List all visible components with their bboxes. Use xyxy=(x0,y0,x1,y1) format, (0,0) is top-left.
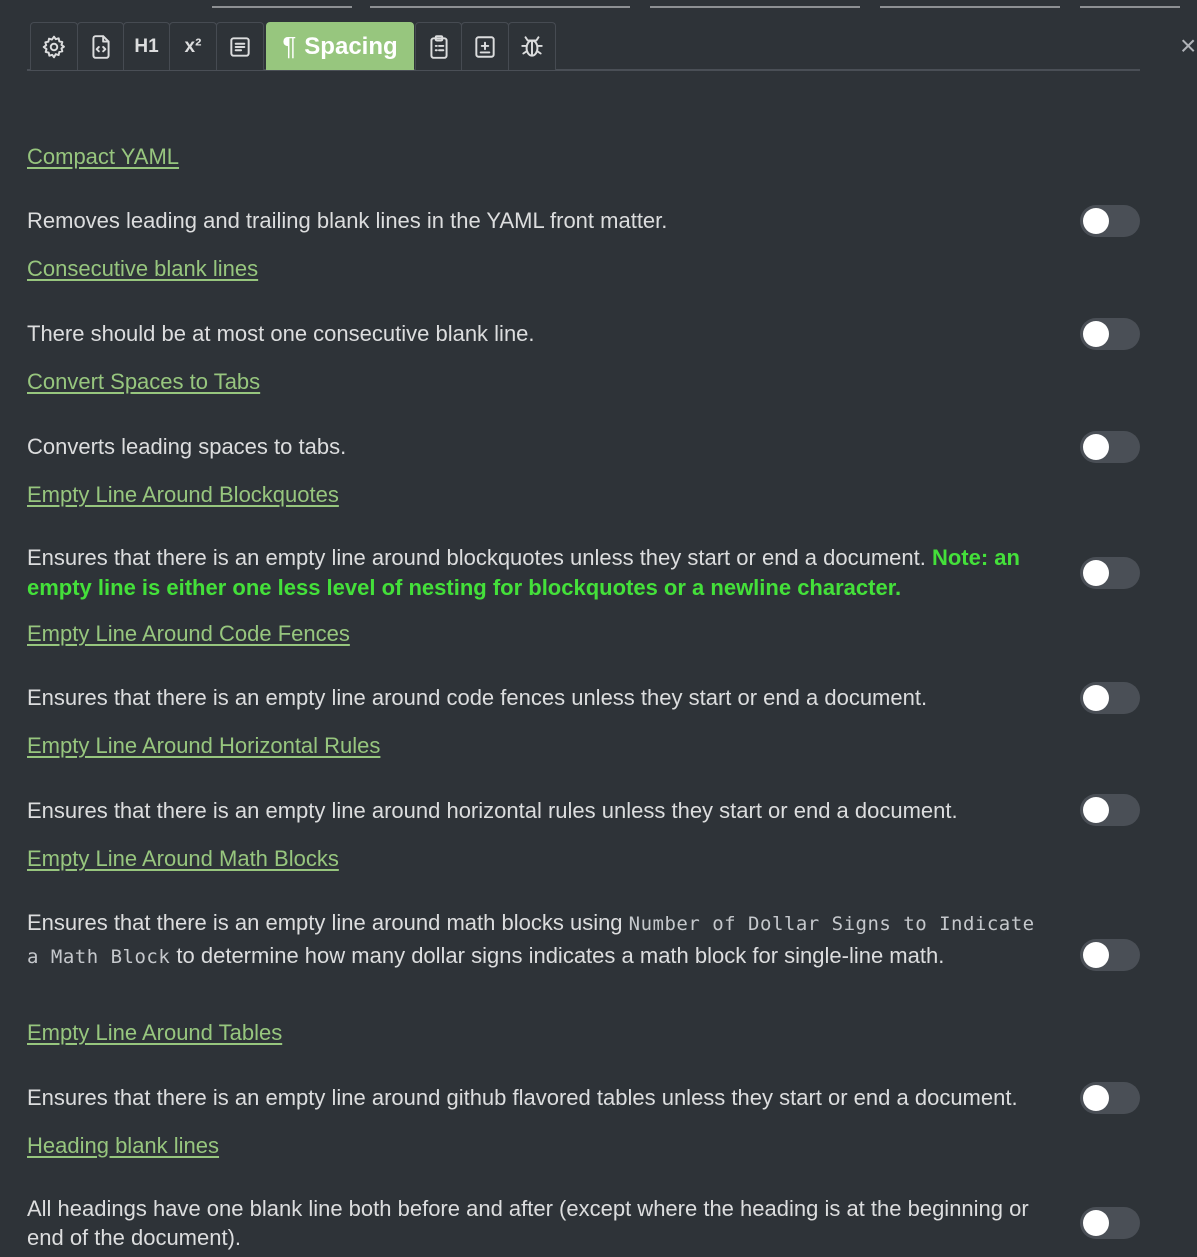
rule-title-consecutive-blank-lines[interactable]: Consecutive blank lines xyxy=(27,256,258,282)
rule-description: Ensures that there is an empty line arou… xyxy=(27,1085,1018,1110)
footnote-tab-label: x² xyxy=(184,35,202,57)
bug-icon xyxy=(521,35,543,57)
toggle-knob xyxy=(1083,1210,1109,1236)
pilcrow-icon: ¶ xyxy=(282,31,297,61)
toggle-knob xyxy=(1083,321,1109,347)
rule-description: Ensures that there is an empty line arou… xyxy=(27,798,958,823)
toggle-knob xyxy=(1083,560,1109,586)
toggle-knob xyxy=(1083,434,1109,460)
rule-description: Converts leading spaces to tabs. xyxy=(27,434,347,459)
rule-description-text: Ensures that there is an empty line arou… xyxy=(27,545,926,570)
rule-title-empty-line-around-horizontal-rules[interactable]: Empty Line Around Horizontal Rules xyxy=(27,733,380,759)
rule-description: Removes leading and trailing blank lines… xyxy=(27,208,668,233)
rule-title-empty-line-around-blockquotes[interactable]: Empty Line Around Blockquotes xyxy=(27,482,339,508)
spacing-tab-label: Spacing xyxy=(304,32,398,60)
rule-title-heading-blank-lines[interactable]: Heading blank lines xyxy=(27,1133,219,1159)
rule-toggle-empty-line-around-math-blocks[interactable] xyxy=(1080,939,1140,971)
rule-description: Ensures that there is an empty line arou… xyxy=(27,907,1057,973)
tab-custom[interactable] xyxy=(461,22,509,70)
tab-yaml[interactable] xyxy=(77,22,124,70)
tab-general[interactable] xyxy=(30,22,78,70)
list-icon xyxy=(230,36,250,57)
toggle-knob xyxy=(1083,797,1109,823)
rule-title-empty-line-around-code-fences[interactable]: Empty Line Around Code Fences xyxy=(27,621,350,647)
file-code-icon xyxy=(91,34,110,59)
rule-title-convert-spaces-to-tabs[interactable]: Convert Spaces to Tabs xyxy=(27,369,260,395)
rule-toggle-empty-line-around-blockquotes[interactable] xyxy=(1080,557,1140,589)
rule-title-empty-line-around-math-blocks[interactable]: Empty Line Around Math Blocks xyxy=(27,846,339,872)
toggle-knob xyxy=(1083,1085,1109,1111)
rule-toggle-empty-line-around-tables[interactable] xyxy=(1080,1082,1140,1114)
cropped-top-text xyxy=(200,0,1190,22)
rule-toggle-empty-line-around-horizontal-rules[interactable] xyxy=(1080,794,1140,826)
rule-title-compact-yaml[interactable]: Compact YAML xyxy=(27,144,179,170)
close-icon[interactable]: × xyxy=(1180,32,1197,60)
gear-icon xyxy=(42,35,65,58)
tab-paste[interactable] xyxy=(415,22,462,70)
tab-heading[interactable]: H1 xyxy=(123,22,170,70)
heading-tab-label: H1 xyxy=(134,35,159,57)
tab-content[interactable] xyxy=(216,22,264,70)
rule-description: Ensures that there is an empty line arou… xyxy=(27,543,1057,603)
tab-spacing[interactable]: ¶ Spacing xyxy=(266,22,414,70)
rule-title-empty-line-around-tables[interactable]: Empty Line Around Tables xyxy=(27,1020,282,1046)
tab-footnote[interactable]: x² xyxy=(169,22,217,70)
toggle-knob xyxy=(1083,685,1109,711)
rule-description: Ensures that there is an empty line arou… xyxy=(27,685,928,710)
rule-description: All headings have one blank line both be… xyxy=(27,1196,1029,1250)
file-plus-icon xyxy=(475,35,495,58)
rule-description: There should be at most one consecutive … xyxy=(27,321,535,346)
toggle-knob xyxy=(1083,942,1109,968)
rule-description-text: Ensures that there is an empty line arou… xyxy=(27,910,623,935)
clipboard-icon xyxy=(429,34,448,59)
settings-tab-bar: H1 x² ¶ Spacing xyxy=(27,20,1140,71)
rule-description-text: to determine how many dollar signs indic… xyxy=(176,943,945,968)
tab-debug[interactable] xyxy=(508,22,556,70)
toggle-knob xyxy=(1083,208,1109,234)
rule-toggle-heading-blank-lines[interactable] xyxy=(1080,1207,1140,1239)
rule-toggle-convert-spaces-to-tabs[interactable] xyxy=(1080,431,1140,463)
rule-toggle-empty-line-around-code-fences[interactable] xyxy=(1080,682,1140,714)
rule-toggle-compact-yaml[interactable] xyxy=(1080,205,1140,237)
rule-toggle-consecutive-blank-lines[interactable] xyxy=(1080,318,1140,350)
